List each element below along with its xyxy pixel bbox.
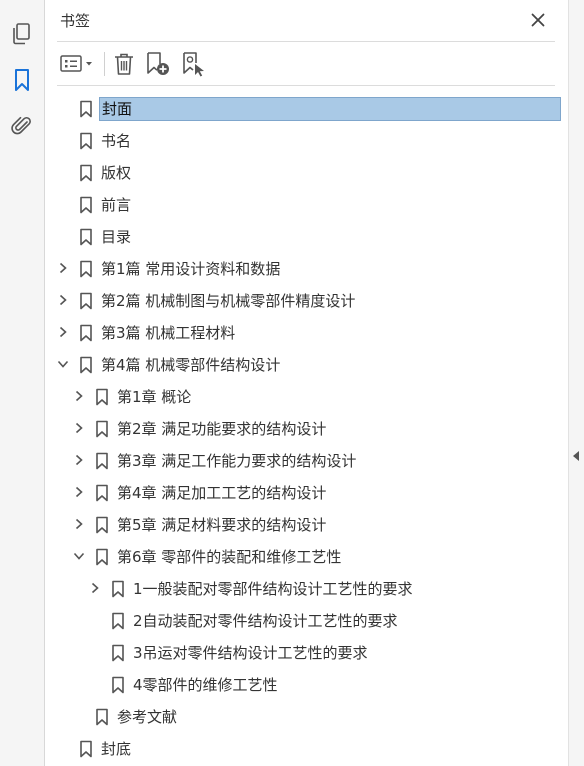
bookmark-icon: [95, 388, 109, 406]
chevron-right-icon[interactable]: [89, 582, 101, 594]
bookmark-icon: [95, 548, 109, 566]
attachment-icon[interactable]: [10, 114, 34, 138]
bookmark-icon: [79, 292, 93, 310]
bookmark-icon: [111, 644, 125, 662]
bookmark-row[interactable]: 封底: [45, 732, 568, 764]
bookmark-row[interactable]: 第5章 满足材料要求的结构设计: [45, 508, 568, 540]
toolbar-separator: [104, 52, 105, 76]
bookmark-label[interactable]: 参考文献: [115, 706, 180, 728]
header-divider: [57, 41, 555, 42]
bookmark-icon: [95, 516, 109, 534]
toolbar-divider: [57, 85, 555, 86]
bookmark-label[interactable]: 目录: [99, 226, 134, 248]
bookmark-icon: [111, 676, 125, 694]
chevron-right-icon[interactable]: [73, 390, 85, 402]
panel-header: 书签: [45, 0, 568, 40]
bookmark-icon: [111, 580, 125, 598]
panel-splitter[interactable]: [568, 0, 584, 766]
bookmark-row[interactable]: 第6章 零部件的装配和维修工艺性: [45, 540, 568, 572]
chevron-right-icon[interactable]: [73, 422, 85, 434]
bookmark-icon: [79, 228, 93, 246]
pages-icon[interactable]: [10, 22, 34, 46]
bookmark-row[interactable]: 书名: [45, 124, 568, 156]
bookmark-label[interactable]: 书名: [99, 130, 134, 152]
chevron-right-icon[interactable]: [73, 518, 85, 530]
bookmark-icon: [95, 452, 109, 470]
bookmark-label[interactable]: 第3篇 机械工程材料: [99, 322, 238, 344]
bookmark-row[interactable]: 前言: [45, 188, 568, 220]
chevron-right-icon[interactable]: [57, 294, 69, 306]
bookmark-label[interactable]: 第3章 满足工作能力要求的结构设计: [115, 450, 359, 472]
new-bookmark-icon[interactable]: [144, 50, 172, 78]
bookmark-row[interactable]: 第4篇 机械零部件结构设计: [45, 348, 568, 380]
bookmark-icon: [79, 196, 93, 214]
add-bookmark-from-structure-icon[interactable]: [179, 50, 207, 78]
bookmark-row[interactable]: 参考文献: [45, 700, 568, 732]
chevron-right-icon[interactable]: [73, 486, 85, 498]
bookmark-row[interactable]: 第2篇 机械制图与机械零部件精度设计: [45, 284, 568, 316]
delete-icon[interactable]: [111, 50, 137, 78]
bookmark-row[interactable]: 封面: [45, 92, 568, 124]
close-icon[interactable]: [527, 9, 549, 31]
bookmark-label[interactable]: 第2篇 机械制图与机械零部件精度设计: [99, 290, 358, 312]
bookmarks-toolbar: [45, 44, 568, 84]
bookmark-row[interactable]: 第2章 满足功能要求的结构设计: [45, 412, 568, 444]
bookmark-row[interactable]: 目录: [45, 220, 568, 252]
bookmark-label[interactable]: 第2章 满足功能要求的结构设计: [115, 418, 329, 440]
bookmark-label[interactable]: 第1章 概论: [115, 386, 194, 408]
bookmark-icon: [79, 740, 93, 758]
bookmark-label[interactable]: 2自动装配对零件结构设计工艺性的要求: [131, 610, 401, 632]
bookmark-row[interactable]: 第3篇 机械工程材料: [45, 316, 568, 348]
bookmark-label[interactable]: 第4篇 机械零部件结构设计: [99, 354, 283, 376]
left-tool-rail: [0, 0, 45, 766]
bookmark-label[interactable]: 封面: [99, 97, 561, 121]
bookmark-icon: [79, 164, 93, 182]
bookmark-icon[interactable]: [10, 68, 34, 92]
bookmark-label[interactable]: 第4章 满足加工工艺的结构设计: [115, 482, 329, 504]
bookmark-icon: [95, 420, 109, 438]
bookmark-row[interactable]: 第1篇 常用设计资料和数据: [45, 252, 568, 284]
bookmark-icon: [79, 260, 93, 278]
panel-title: 书签: [60, 12, 91, 30]
chevron-right-icon[interactable]: [57, 326, 69, 338]
bookmark-label[interactable]: 封底: [99, 738, 134, 760]
bookmark-row[interactable]: 2自动装配对零件结构设计工艺性的要求: [45, 604, 568, 636]
bookmark-label[interactable]: 第1篇 常用设计资料和数据: [99, 258, 283, 280]
bookmark-label[interactable]: 版权: [99, 162, 134, 184]
bookmark-icon: [79, 132, 93, 150]
bookmark-row[interactable]: 版权: [45, 156, 568, 188]
bookmark-row[interactable]: 第1章 概论: [45, 380, 568, 412]
bookmark-icon: [111, 612, 125, 630]
bookmark-row[interactable]: 3吊运对零件结构设计工艺性的要求: [45, 636, 568, 668]
chevron-down-icon[interactable]: [57, 358, 69, 370]
bookmark-label[interactable]: 第6章 零部件的装配和维修工艺性: [115, 546, 344, 568]
chevron-right-icon[interactable]: [73, 454, 85, 466]
bookmark-icon: [79, 100, 93, 118]
chevron-right-icon[interactable]: [57, 262, 69, 274]
bookmarks-panel: 书签 封面 书名 版权 前言 目录 第1篇 常用设计资料和数据 第2篇 机械制图…: [45, 0, 568, 766]
bookmark-icon: [95, 708, 109, 726]
chevron-down-icon[interactable]: [73, 550, 85, 562]
bookmark-row[interactable]: 4零部件的维修工艺性: [45, 668, 568, 700]
bookmark-icon: [95, 484, 109, 502]
bookmark-label[interactable]: 4零部件的维修工艺性: [131, 674, 281, 696]
bookmark-row[interactable]: 第4章 满足加工工艺的结构设计: [45, 476, 568, 508]
bookmark-label[interactable]: 前言: [99, 194, 134, 216]
bookmark-icon: [79, 324, 93, 342]
bookmark-label[interactable]: 第5章 满足材料要求的结构设计: [115, 514, 329, 536]
collapse-panel-icon[interactable]: [573, 451, 579, 461]
bookmark-label[interactable]: 1一般装配对零部件结构设计工艺性的要求: [131, 578, 416, 600]
options-menu-button[interactable]: [59, 50, 97, 78]
bookmark-row[interactable]: 1一般装配对零部件结构设计工艺性的要求: [45, 572, 568, 604]
bookmark-icon: [79, 356, 93, 374]
bookmark-label[interactable]: 3吊运对零件结构设计工艺性的要求: [131, 642, 371, 664]
bookmark-row[interactable]: 第3章 满足工作能力要求的结构设计: [45, 444, 568, 476]
